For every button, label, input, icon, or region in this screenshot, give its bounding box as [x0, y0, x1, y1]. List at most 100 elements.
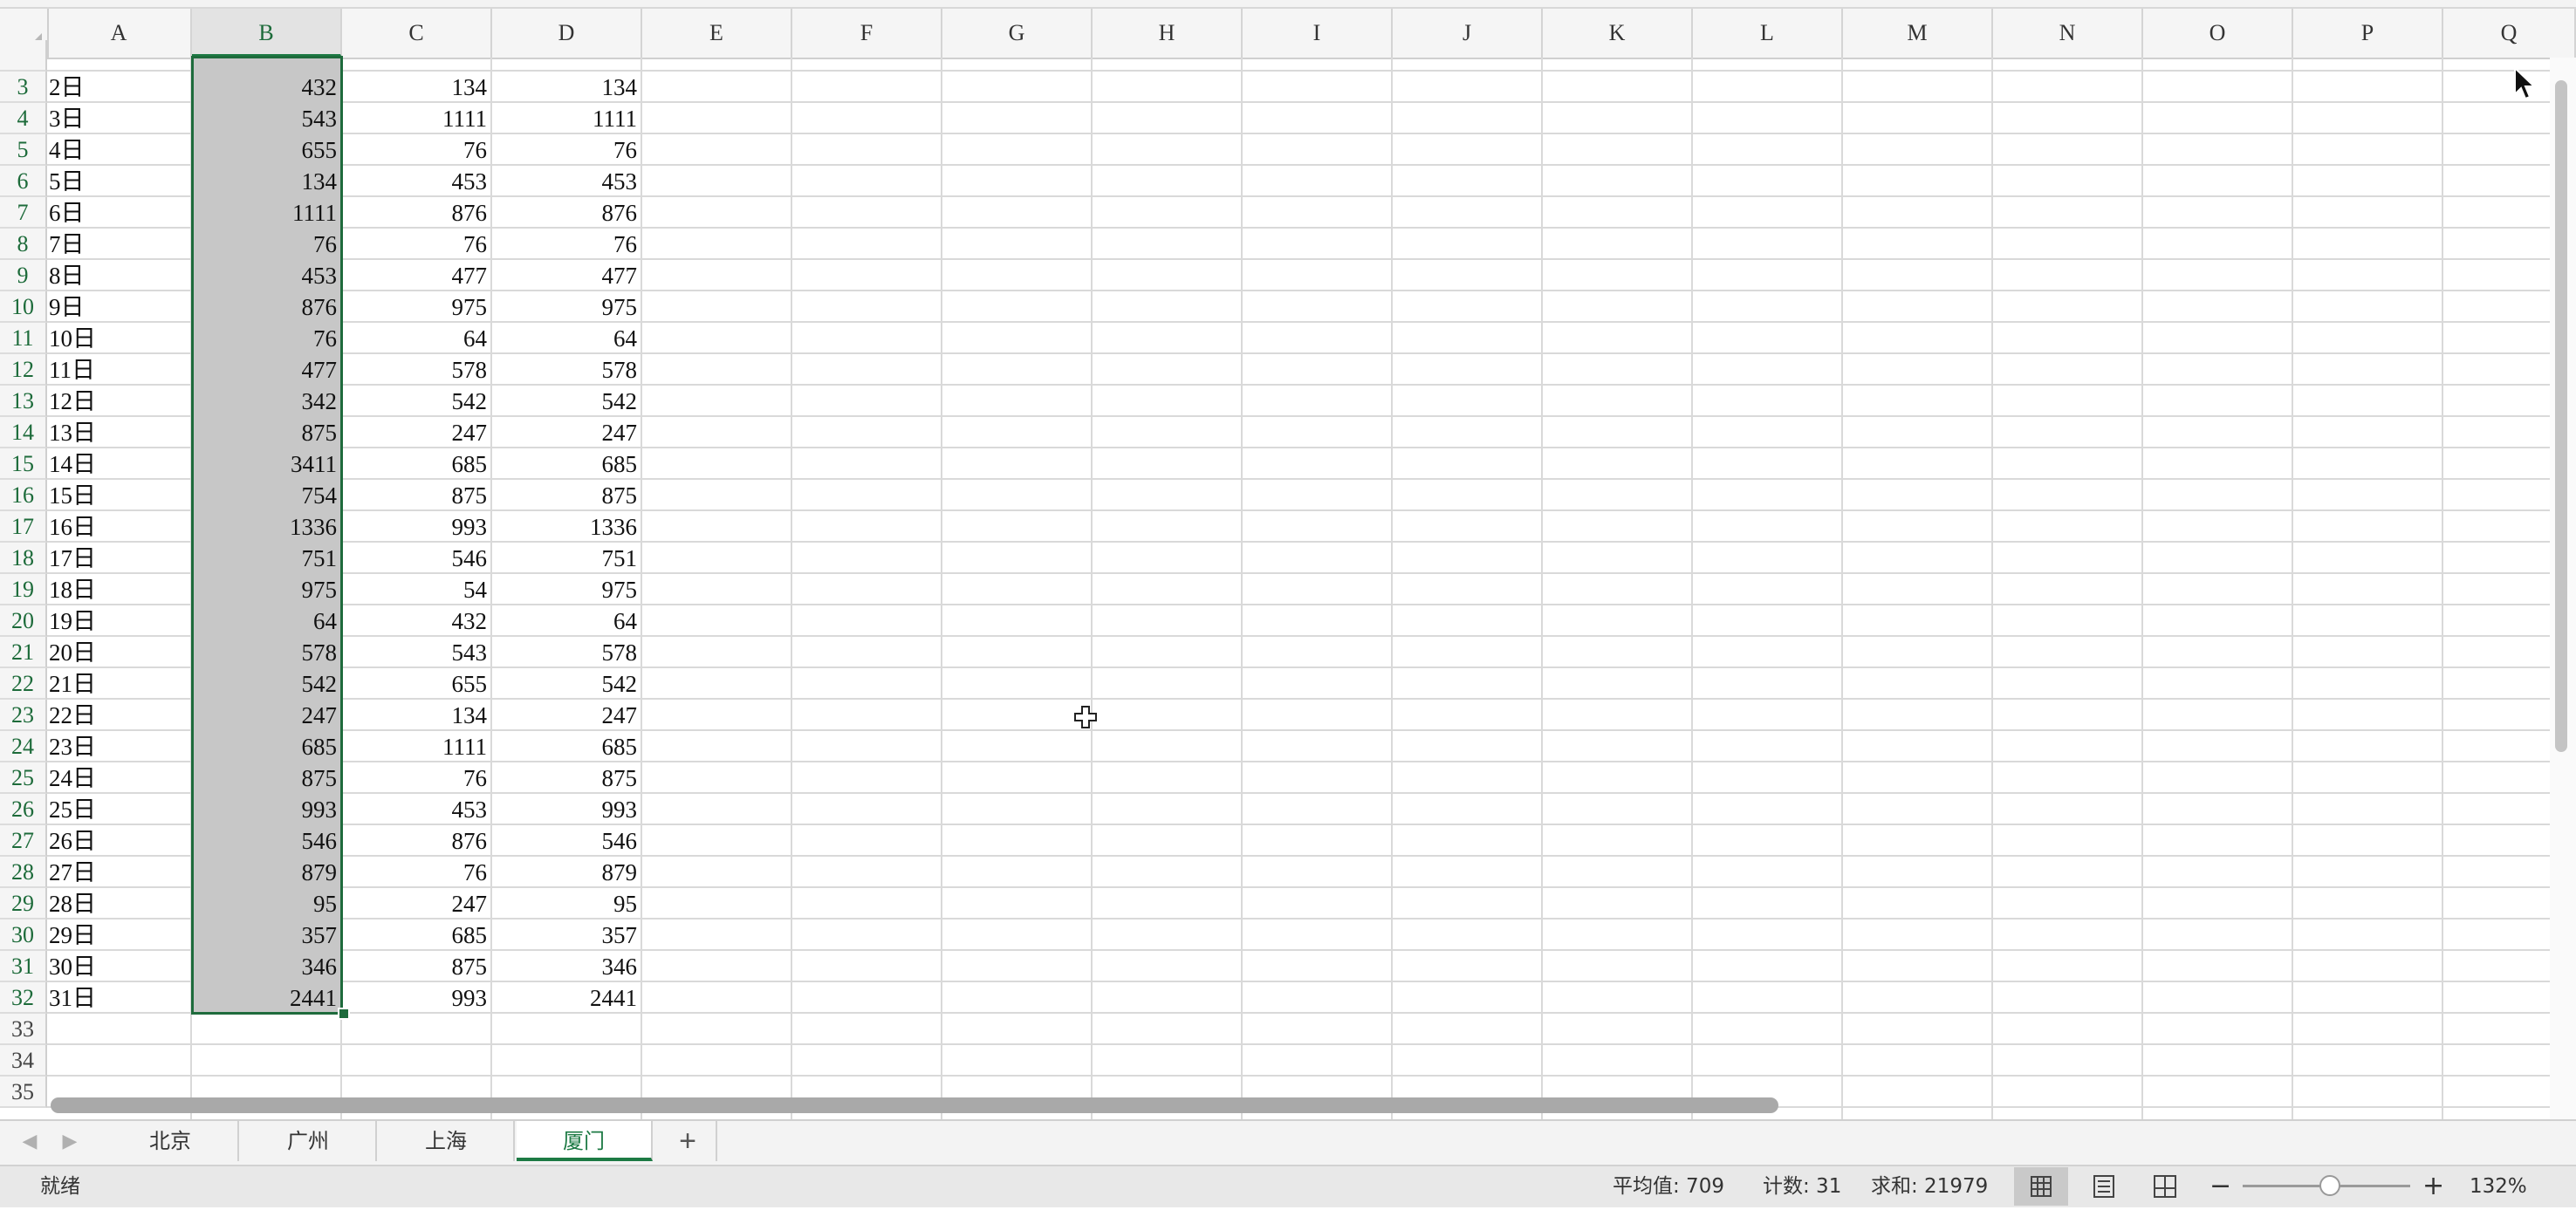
- column-header-j[interactable]: J: [1393, 9, 1543, 58]
- row-header[interactable]: 13: [0, 386, 47, 417]
- column-header-c[interactable]: C: [342, 9, 492, 58]
- zoom-in-plus-icon[interactable]: +: [2422, 1169, 2444, 1204]
- row-header[interactable]: 11: [0, 323, 47, 354]
- column-header-m[interactable]: M: [1843, 9, 1993, 58]
- cell-c[interactable]: 876: [342, 197, 492, 229]
- cell-c[interactable]: 76: [342, 857, 492, 888]
- zoom-slider-knob[interactable]: [2319, 1175, 2340, 1196]
- cell-c[interactable]: 1111: [342, 731, 492, 762]
- cell-c[interactable]: 432: [342, 605, 492, 637]
- cell-a[interactable]: 14日: [47, 448, 192, 480]
- cell-c[interactable]: 453: [342, 794, 492, 825]
- cell-a[interactable]: 6日: [47, 197, 192, 229]
- cell-a[interactable]: 10日: [47, 323, 192, 354]
- cell-a[interactable]: 26日: [47, 825, 192, 857]
- cell-d[interactable]: 578: [492, 637, 642, 668]
- column-header-q[interactable]: Q: [2443, 9, 2576, 58]
- cell-c[interactable]: 993: [342, 982, 492, 1014]
- column-header-n[interactable]: N: [1993, 9, 2143, 58]
- row-header[interactable]: 34: [0, 1045, 47, 1077]
- column-header-d[interactable]: D: [492, 9, 642, 58]
- cell-a[interactable]: 31日: [47, 982, 192, 1014]
- cell-d[interactable]: 975: [492, 291, 642, 323]
- row-header[interactable]: 9: [0, 260, 47, 291]
- cell-c[interactable]: 1111: [342, 103, 492, 134]
- row-header[interactable]: 21: [0, 637, 47, 668]
- row-header[interactable]: 30: [0, 919, 47, 951]
- row-header[interactable]: 29: [0, 888, 47, 919]
- cell-d[interactable]: 64: [492, 323, 642, 354]
- cell-a[interactable]: 20日: [47, 637, 192, 668]
- page-break-view-button[interactable]: [2138, 1167, 2192, 1206]
- cell-c[interactable]: 993: [342, 511, 492, 543]
- cell-d[interactable]: 542: [492, 668, 642, 700]
- cell-c[interactable]: 875: [342, 480, 492, 511]
- column-header-b[interactable]: B: [192, 9, 342, 58]
- cell-c[interactable]: 247: [342, 417, 492, 448]
- fill-handle[interactable]: [338, 1008, 350, 1020]
- cell-d[interactable]: 95: [492, 888, 642, 919]
- row-header[interactable]: 17: [0, 511, 47, 543]
- cell-a[interactable]: 3日: [47, 103, 192, 134]
- cell-a[interactable]: 12日: [47, 386, 192, 417]
- cell-d[interactable]: 546: [492, 825, 642, 857]
- cell-d[interactable]: 975: [492, 574, 642, 605]
- cell-d[interactable]: 247: [492, 417, 642, 448]
- cell-c[interactable]: 64: [342, 323, 492, 354]
- vertical-scroll-thumb[interactable]: [2555, 80, 2567, 752]
- row-header[interactable]: 15: [0, 448, 47, 480]
- cell-d[interactable]: 685: [492, 448, 642, 480]
- row-header[interactable]: 22: [0, 668, 47, 700]
- row-header[interactable]: 35: [0, 1077, 47, 1108]
- cell-d[interactable]: 134: [492, 72, 642, 103]
- cell-c[interactable]: 578: [342, 354, 492, 386]
- column-header-l[interactable]: L: [1693, 9, 1843, 58]
- cell-a[interactable]: 22日: [47, 700, 192, 731]
- sheet-tab-2[interactable]: 广州: [241, 1121, 377, 1161]
- cell-c[interactable]: 975: [342, 291, 492, 323]
- row-header[interactable]: 14: [0, 417, 47, 448]
- cell-a[interactable]: 11日: [47, 354, 192, 386]
- cell-d[interactable]: 751: [492, 543, 642, 574]
- row-header[interactable]: 16: [0, 480, 47, 511]
- row-header[interactable]: 31: [0, 951, 47, 982]
- row-header[interactable]: 25: [0, 762, 47, 794]
- page-layout-view-button[interactable]: [2077, 1167, 2131, 1206]
- cell-c[interactable]: 453: [342, 166, 492, 197]
- column-header-h[interactable]: H: [1093, 9, 1243, 58]
- cell-c[interactable]: 76: [342, 134, 492, 166]
- cell-c[interactable]: 685: [342, 448, 492, 480]
- row-header[interactable]: 6: [0, 166, 47, 197]
- row-header[interactable]: 26: [0, 794, 47, 825]
- cell-d[interactable]: 76: [492, 229, 642, 260]
- row-header[interactable]: 23: [0, 700, 47, 731]
- cell-c[interactable]: 247: [342, 888, 492, 919]
- row-header[interactable]: 27: [0, 825, 47, 857]
- cell-c[interactable]: 546: [342, 543, 492, 574]
- cell-d[interactable]: 879: [492, 857, 642, 888]
- column-header-f[interactable]: F: [792, 9, 942, 58]
- cell-a[interactable]: 17日: [47, 543, 192, 574]
- cell-d[interactable]: 875: [492, 480, 642, 511]
- cell-d[interactable]: 477: [492, 260, 642, 291]
- zoom-level[interactable]: 132%: [2470, 1172, 2527, 1200]
- cell-d[interactable]: 247: [492, 700, 642, 731]
- horizontal-scroll-thumb[interactable]: [51, 1097, 1778, 1113]
- cell-d[interactable]: 64: [492, 605, 642, 637]
- row-header[interactable]: 10: [0, 291, 47, 323]
- cell-d[interactable]: 1111: [492, 103, 642, 134]
- zoom-out-minus-icon[interactable]: −: [2209, 1169, 2231, 1204]
- column-header-a[interactable]: A: [47, 9, 192, 58]
- spreadsheet-grid[interactable]: ABCDEFGHIJKLMNOPQ 3 4 5 6 7 8 9 10 11 12 13 14 15 16 1…: [0, 0, 2576, 1119]
- cell-a[interactable]: 5日: [47, 166, 192, 197]
- cell-d[interactable]: 2441: [492, 982, 642, 1014]
- cell-a[interactable]: 25日: [47, 794, 192, 825]
- cell-d[interactable]: 1336: [492, 511, 642, 543]
- cell-a[interactable]: 8日: [47, 260, 192, 291]
- cell-c[interactable]: 134: [342, 72, 492, 103]
- cell-a[interactable]: 24日: [47, 762, 192, 794]
- cell-c[interactable]: 543: [342, 637, 492, 668]
- cell-a[interactable]: 30日: [47, 951, 192, 982]
- column-header-i[interactable]: I: [1243, 9, 1393, 58]
- cell-a[interactable]: 13日: [47, 417, 192, 448]
